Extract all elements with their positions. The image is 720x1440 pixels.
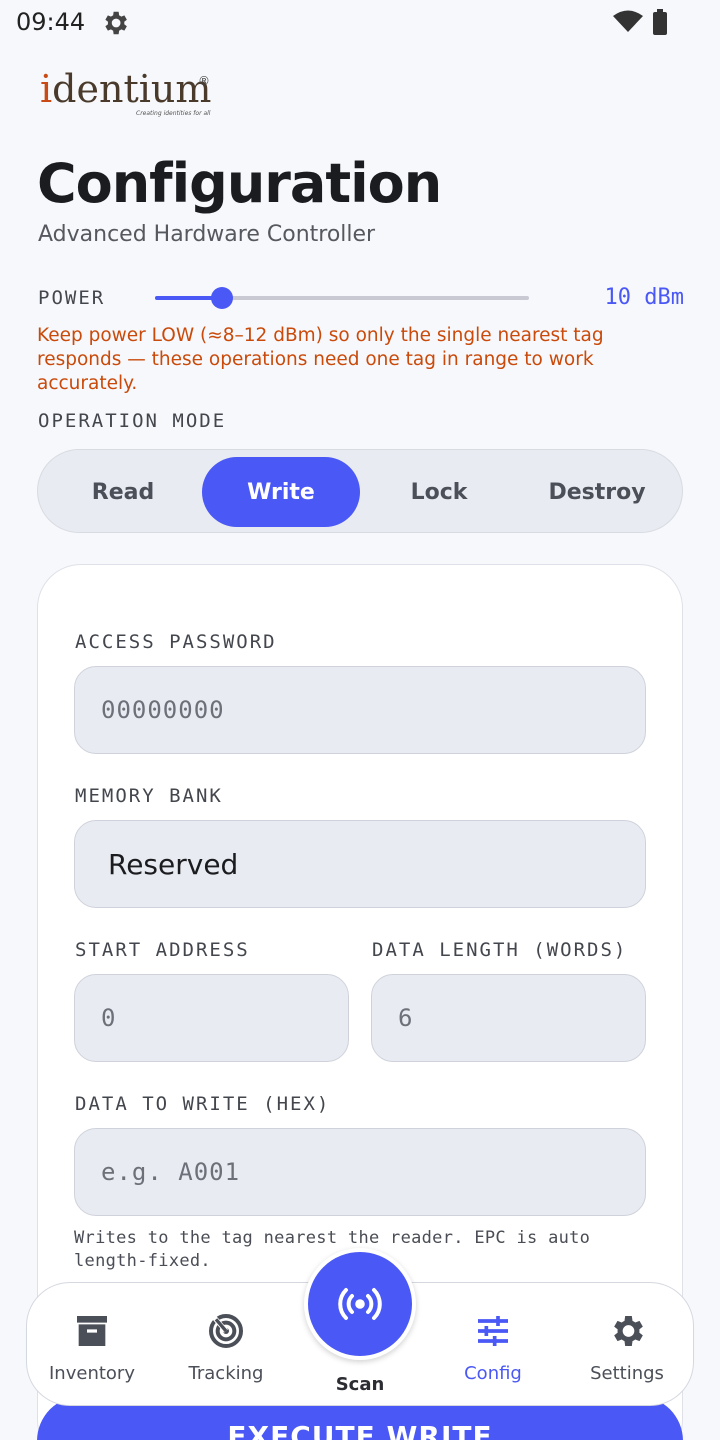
operation-mode-selector: Read Write Lock Destroy (37, 449, 683, 533)
page-title: Configuration (37, 152, 442, 215)
data-to-write-input[interactable]: e.g. A001 (74, 1128, 646, 1216)
sliders-icon (478, 1316, 508, 1346)
status-bar: 09:44 (0, 0, 720, 48)
access-password-label: ACCESS PASSWORD (75, 631, 277, 653)
nav-settings[interactable]: Settings (562, 1311, 692, 1384)
power-label: POWER (38, 287, 106, 309)
data-length-input[interactable]: 6 (371, 974, 646, 1062)
identium-logo: identium ® Creating identities for all (40, 67, 212, 117)
slider-thumb[interactable] (211, 287, 234, 309)
access-password-input[interactable]: 00000000 (74, 666, 646, 754)
start-address-label: START ADDRESS (75, 939, 250, 961)
memory-bank-select[interactable]: Reserved (74, 820, 646, 908)
archive-box-icon (77, 1316, 107, 1346)
scan-button[interactable] (304, 1248, 416, 1360)
status-time: 09:44 (16, 8, 86, 36)
data-length-label: DATA LENGTH (WORDS) (372, 939, 628, 961)
radar-icon (209, 1314, 243, 1348)
power-slider[interactable] (155, 286, 529, 310)
data-to-write-label: DATA TO WRITE (HEX) (75, 1093, 331, 1115)
nav-inventory[interactable]: Inventory (27, 1311, 157, 1384)
gear-icon (614, 1316, 643, 1346)
nav-tracking[interactable]: Tracking (161, 1311, 291, 1384)
settings-gear-icon (105, 11, 127, 35)
power-value: 10 dBm (604, 285, 684, 310)
memory-bank-label: MEMORY BANK (75, 785, 223, 807)
mode-read-button[interactable]: Read (44, 457, 202, 527)
mode-write-button[interactable]: Write (202, 457, 360, 527)
broadcast-icon (338, 1288, 382, 1320)
start-address-input[interactable]: 0 (74, 974, 349, 1062)
power-warning: Keep power LOW (≈8–12 dBm) so only the s… (37, 325, 604, 394)
mode-destroy-button[interactable]: Destroy (518, 457, 676, 527)
mode-lock-button[interactable]: Lock (360, 457, 518, 527)
battery-icon (653, 9, 667, 35)
scan-label: Scan (335, 1374, 385, 1395)
page-subtitle: Advanced Hardware Controller (38, 222, 376, 247)
operation-mode-label: OPERATION MODE (38, 410, 227, 432)
wifi-icon (613, 10, 643, 32)
nav-config[interactable]: Config (428, 1311, 558, 1384)
